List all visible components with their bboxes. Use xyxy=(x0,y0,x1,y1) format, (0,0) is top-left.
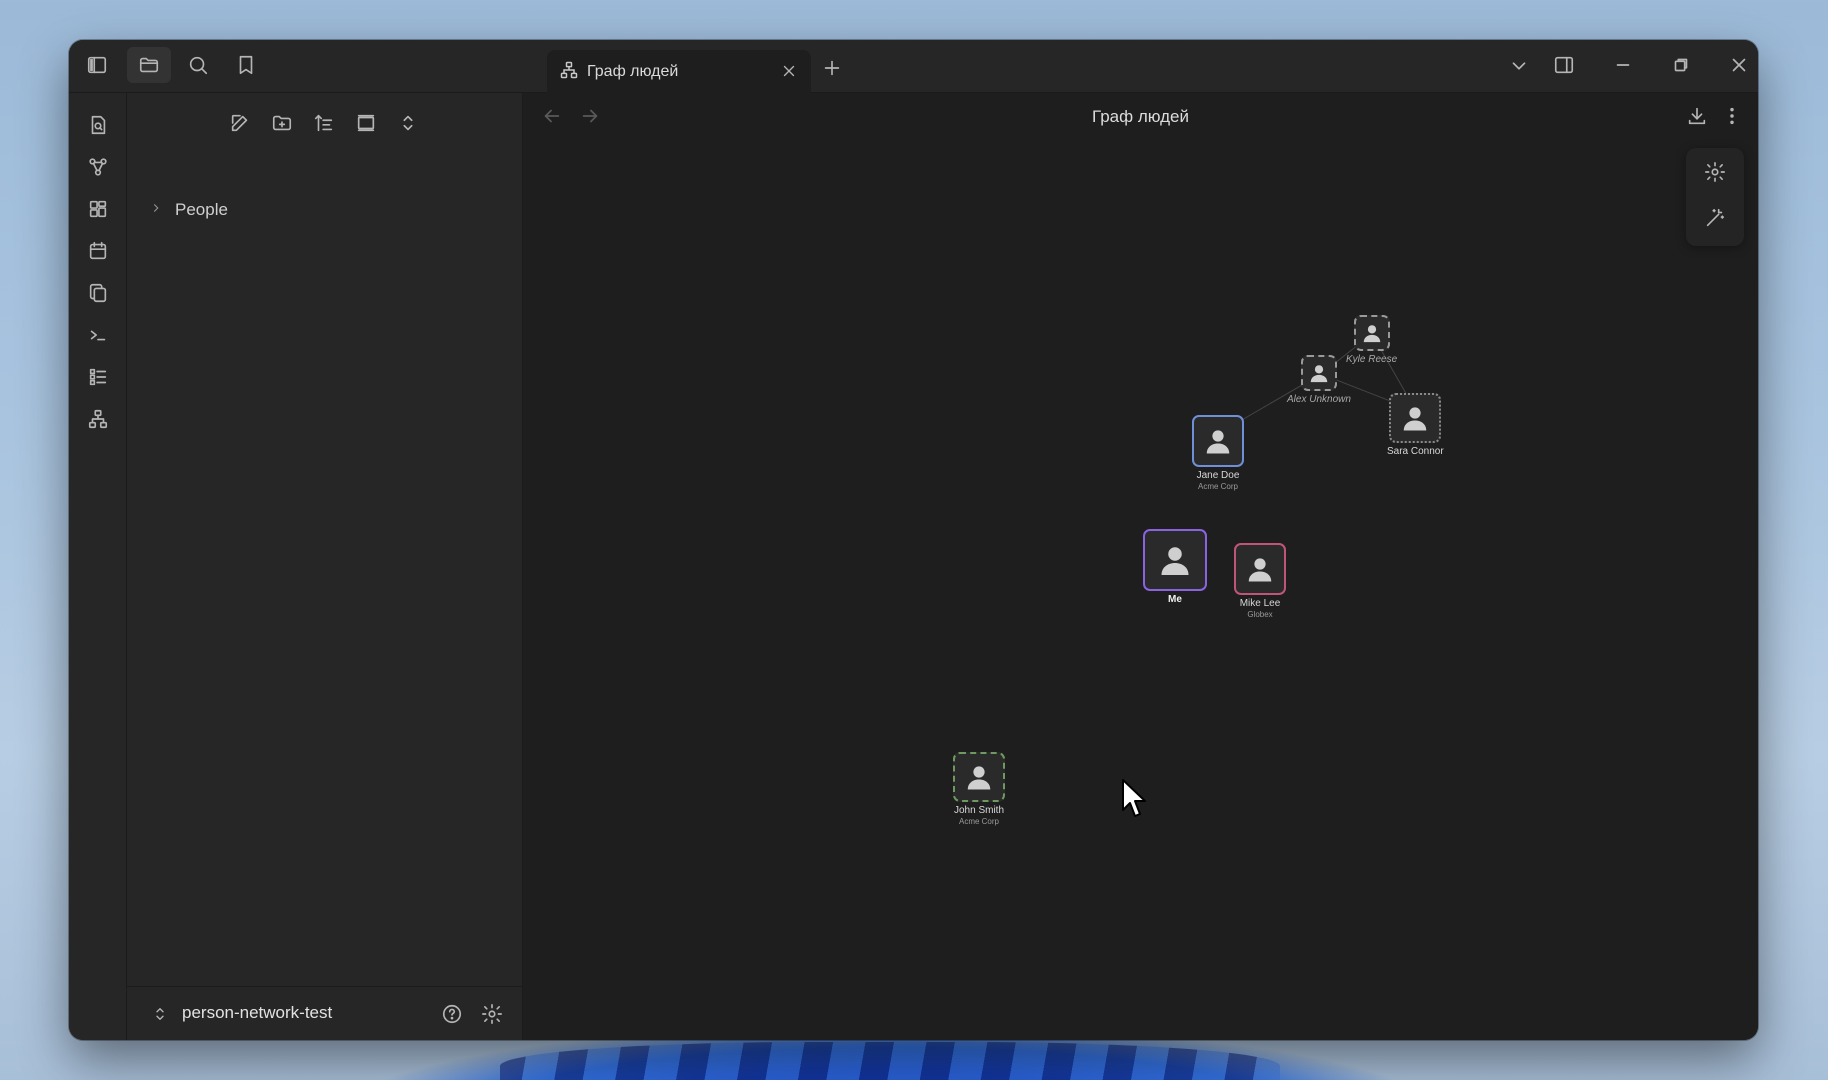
new-tab-icon[interactable] xyxy=(816,53,848,83)
right-sidebar-icon[interactable] xyxy=(1546,49,1582,81)
sort-icon[interactable] xyxy=(307,107,341,139)
close-icon[interactable] xyxy=(1721,49,1757,81)
help-icon[interactable] xyxy=(437,999,467,1029)
vault-switcher[interactable]: person-network-test xyxy=(127,986,522,1040)
graph-node-alex[interactable]: Alex Unknown xyxy=(1287,355,1351,405)
node-name: Alex Unknown xyxy=(1287,394,1351,405)
graph-node-jane[interactable]: Jane Doe Acme Corp xyxy=(1192,415,1244,491)
collapse-icon[interactable] xyxy=(349,107,383,139)
person-icon xyxy=(1300,355,1337,391)
tab-graph[interactable]: Граф людей xyxy=(547,50,811,94)
network-icon[interactable] xyxy=(80,403,116,435)
node-name: Mike Lee xyxy=(1239,598,1281,609)
node-name: Jane Doe xyxy=(1196,470,1240,481)
terminal-icon[interactable] xyxy=(80,319,116,351)
node-name: Kyle Reese xyxy=(1346,354,1398,365)
restore-icon[interactable] xyxy=(1663,49,1699,81)
vault-name: person-network-test xyxy=(182,1003,333,1022)
graph-node-john[interactable]: John Smith Acme Corp xyxy=(953,752,1005,826)
chevron-right-icon xyxy=(149,200,163,220)
person-icon xyxy=(1143,529,1207,591)
person-icon xyxy=(953,752,1005,802)
close-tab-icon[interactable] xyxy=(777,59,801,83)
folder-icon[interactable] xyxy=(127,47,171,83)
graph-node-me[interactable]: Me xyxy=(1143,529,1207,605)
person-icon xyxy=(1234,543,1286,595)
mouse-cursor-icon xyxy=(1122,779,1146,817)
minimize-icon[interactable] xyxy=(1605,49,1641,81)
graph-node-kyle[interactable]: Kyle Reese xyxy=(1346,315,1397,365)
settings-icon[interactable] xyxy=(477,999,507,1029)
graph-node-sara[interactable]: Sara Connor xyxy=(1387,393,1444,457)
chevron-down-icon[interactable] xyxy=(1503,51,1535,81)
tree-folder-people[interactable]: People xyxy=(149,196,228,224)
bookmark-icon[interactable] xyxy=(228,49,264,81)
new-note-icon[interactable] xyxy=(223,107,257,139)
graph-icon[interactable] xyxy=(80,151,116,183)
app-window: Граф людей People person-network-test Гр… xyxy=(69,40,1758,1040)
calendar-icon[interactable] xyxy=(80,235,116,267)
file-search-icon[interactable] xyxy=(80,109,116,141)
copy-icon[interactable] xyxy=(80,277,116,309)
person-icon xyxy=(1192,415,1244,467)
person-icon xyxy=(1353,315,1390,351)
expand-icon[interactable] xyxy=(391,107,425,139)
graph-node-mike[interactable]: Mike Lee Globex xyxy=(1234,543,1286,619)
tree-item-label: People xyxy=(175,200,228,219)
node-org: Acme Corp xyxy=(958,817,999,826)
ribbon xyxy=(69,93,127,1040)
node-name: Me xyxy=(1168,594,1182,605)
node-org: Globex xyxy=(1247,610,1273,619)
graph-view: Граф людей Kyle Reese Alex Unknown Sara … xyxy=(523,93,1758,1040)
list-icon[interactable] xyxy=(80,361,116,393)
graph-edges xyxy=(1227,333,1417,429)
person-icon xyxy=(1389,393,1442,443)
sidebar-toggle-icon[interactable] xyxy=(79,49,115,81)
node-name: Sara Connor xyxy=(1387,446,1444,457)
search-icon[interactable] xyxy=(180,49,216,81)
canvas-icon[interactable] xyxy=(80,193,116,225)
chevron-up-down-icon[interactable] xyxy=(147,1001,173,1027)
network-icon xyxy=(559,60,579,85)
node-name: John Smith xyxy=(953,805,1005,816)
file-explorer: People person-network-test xyxy=(127,93,523,1040)
node-org: Acme Corp xyxy=(1197,482,1238,491)
tab-label: Граф людей xyxy=(587,63,679,80)
title-bar: Граф людей xyxy=(69,40,1758,94)
new-folder-icon[interactable] xyxy=(265,107,299,139)
